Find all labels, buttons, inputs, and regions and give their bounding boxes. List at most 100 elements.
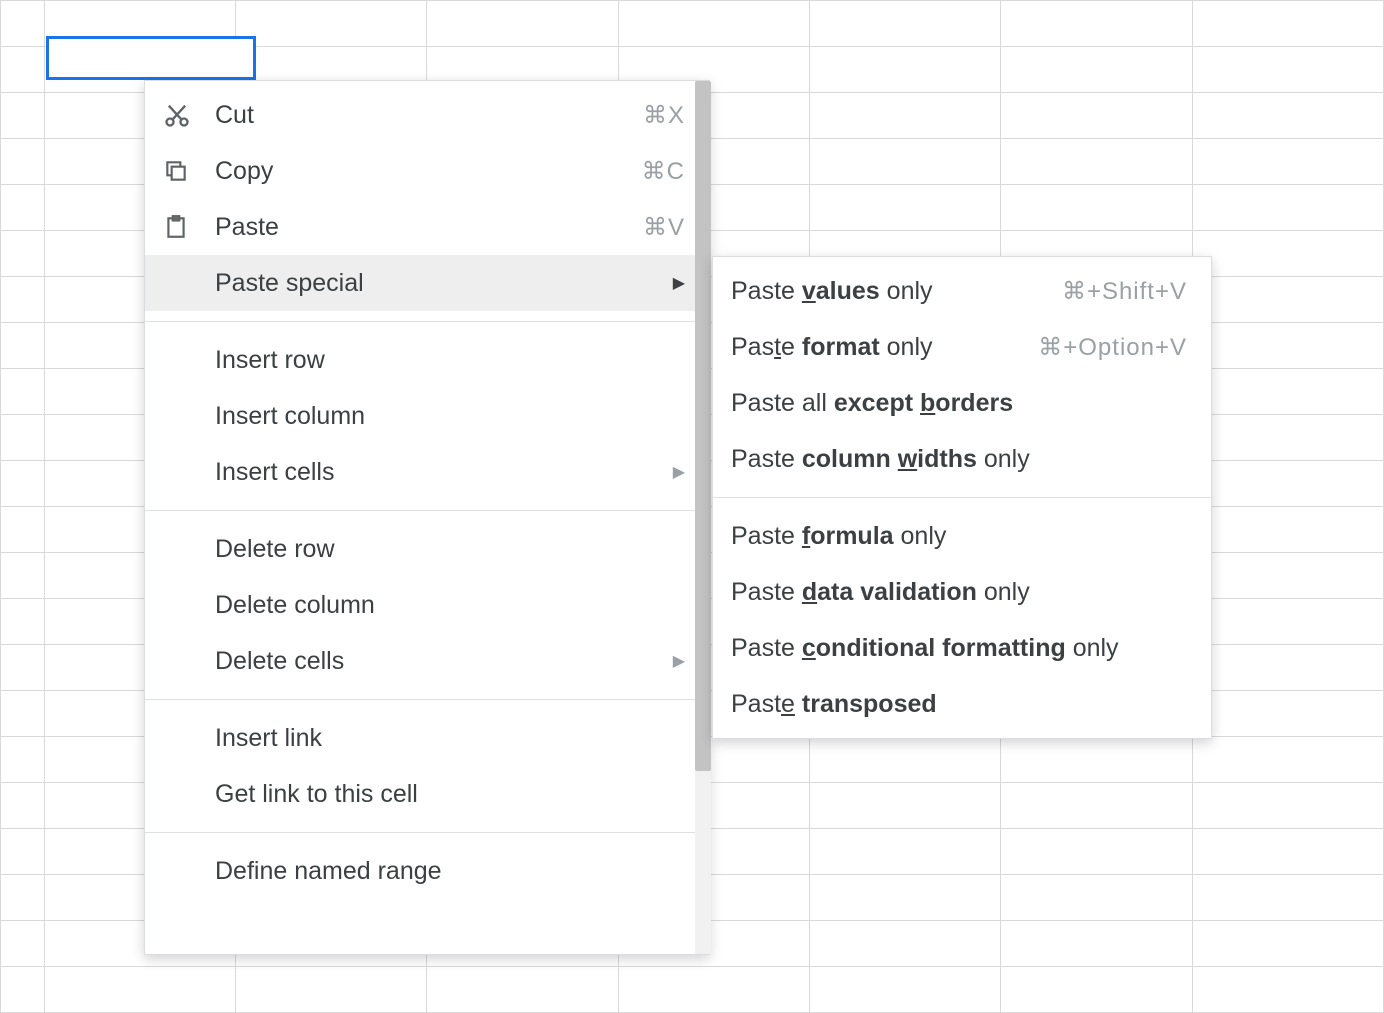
grid-cell[interactable] <box>1 231 45 277</box>
submenu-item-paste-data-validation[interactable]: Paste data validation only <box>713 564 1211 620</box>
grid-cell[interactable] <box>236 967 427 1013</box>
grid-cell[interactable] <box>427 1 618 47</box>
grid-cell[interactable] <box>1 461 45 507</box>
scrollbar-thumb[interactable] <box>695 81 711 771</box>
grid-cell[interactable] <box>810 1 1001 47</box>
grid-cell[interactable] <box>1 139 45 185</box>
grid-cell[interactable] <box>44 967 235 1013</box>
submenu-item-paste-values-only[interactable]: Paste values only ⌘+Shift+V <box>713 263 1211 319</box>
submenu-item-paste-conditional-formatting[interactable]: Paste conditional formatting only <box>713 620 1211 676</box>
grid-cell[interactable] <box>1 645 45 691</box>
grid-cell[interactable] <box>1192 231 1383 277</box>
submenu-item-paste-format-only[interactable]: Paste format only ⌘+Option+V <box>713 319 1211 375</box>
grid-cell[interactable] <box>810 829 1001 875</box>
menu-item-label: Get link to this cell <box>215 780 685 809</box>
menu-item-insert-row[interactable]: Insert row <box>145 332 709 388</box>
menu-item-cut[interactable]: Cut ⌘X <box>145 87 709 143</box>
grid-cell[interactable] <box>810 139 1001 185</box>
grid-cell[interactable] <box>1001 875 1192 921</box>
menu-item-insert-column[interactable]: Insert column <box>145 388 709 444</box>
menu-item-get-link[interactable]: Get link to this cell <box>145 766 709 822</box>
menu-item-define-named-range[interactable]: Define named range <box>145 843 709 899</box>
submenu-item-paste-transposed[interactable]: Paste transposed <box>713 676 1211 732</box>
grid-cell[interactable] <box>1001 967 1192 1013</box>
grid-cell[interactable] <box>810 185 1001 231</box>
grid-cell[interactable] <box>1192 691 1383 737</box>
grid-cell[interactable] <box>1 691 45 737</box>
grid-cell[interactable] <box>1 323 45 369</box>
grid-cell[interactable] <box>810 737 1001 783</box>
grid-cell[interactable] <box>1192 507 1383 553</box>
grid-cell[interactable] <box>1 829 45 875</box>
grid-cell[interactable] <box>1001 829 1192 875</box>
grid-cell[interactable] <box>618 1 809 47</box>
grid-cell[interactable] <box>1192 277 1383 323</box>
grid-cell[interactable] <box>1192 599 1383 645</box>
grid-cell[interactable] <box>810 93 1001 139</box>
grid-cell[interactable] <box>1192 139 1383 185</box>
grid-cell[interactable] <box>1 599 45 645</box>
grid-cell[interactable] <box>1 185 45 231</box>
grid-cell[interactable] <box>1192 783 1383 829</box>
grid-cell[interactable] <box>1001 139 1192 185</box>
grid-cell[interactable] <box>1192 47 1383 93</box>
grid-cell[interactable] <box>1192 829 1383 875</box>
grid-cell[interactable] <box>1192 415 1383 461</box>
grid-cell[interactable] <box>1 93 45 139</box>
menu-item-label: Copy <box>215 157 642 186</box>
grid-cell[interactable] <box>1 967 45 1013</box>
grid-cell[interactable] <box>1192 967 1383 1013</box>
grid-cell[interactable] <box>1 783 45 829</box>
selected-cell[interactable] <box>46 36 256 80</box>
grid-cell[interactable] <box>1001 783 1192 829</box>
grid-cell[interactable] <box>1 277 45 323</box>
submenu-item-paste-formula-only[interactable]: Paste formula only <box>713 508 1211 564</box>
grid-cell[interactable] <box>810 47 1001 93</box>
grid-cell[interactable] <box>1192 1 1383 47</box>
grid-cell[interactable] <box>1 737 45 783</box>
menu-item-delete-row[interactable]: Delete row <box>145 521 709 577</box>
grid-cell[interactable] <box>1 369 45 415</box>
menu-item-label: Delete cells <box>215 647 661 676</box>
grid-cell[interactable] <box>1001 47 1192 93</box>
grid-cell[interactable] <box>1192 875 1383 921</box>
grid-cell[interactable] <box>810 875 1001 921</box>
grid-cell[interactable] <box>427 967 618 1013</box>
menu-item-delete-column[interactable]: Delete column <box>145 577 709 633</box>
submenu-item-paste-except-borders[interactable]: Paste all except borders <box>713 375 1211 431</box>
grid-cell[interactable] <box>1 875 45 921</box>
grid-cell[interactable] <box>1192 645 1383 691</box>
grid-cell[interactable] <box>1192 737 1383 783</box>
menu-item-insert-link[interactable]: Insert link <box>145 710 709 766</box>
grid-cell[interactable] <box>1192 461 1383 507</box>
menu-item-paste[interactable]: Paste ⌘V <box>145 199 709 255</box>
grid-cell[interactable] <box>1 47 45 93</box>
grid-cell[interactable] <box>1 415 45 461</box>
grid-cell[interactable] <box>810 783 1001 829</box>
menu-item-paste-special[interactable]: Paste special ▶ <box>145 255 709 311</box>
submenu-item-paste-column-widths[interactable]: Paste column widths only <box>713 431 1211 487</box>
grid-cell[interactable] <box>810 921 1001 967</box>
grid-cell[interactable] <box>1 921 45 967</box>
grid-cell[interactable] <box>810 967 1001 1013</box>
grid-cell[interactable] <box>1 1 45 47</box>
menu-item-copy[interactable]: Copy ⌘C <box>145 143 709 199</box>
grid-cell[interactable] <box>1 507 45 553</box>
menu-item-delete-cells[interactable]: Delete cells ▶ <box>145 633 709 689</box>
grid-cell[interactable] <box>1 553 45 599</box>
cut-icon <box>163 101 215 129</box>
grid-cell[interactable] <box>1001 1 1192 47</box>
grid-cell[interactable] <box>1001 921 1192 967</box>
grid-cell[interactable] <box>1192 369 1383 415</box>
grid-cell[interactable] <box>618 967 809 1013</box>
grid-cell[interactable] <box>1192 323 1383 369</box>
grid-cell[interactable] <box>1192 185 1383 231</box>
grid-cell[interactable] <box>236 1 427 47</box>
grid-cell[interactable] <box>1192 921 1383 967</box>
grid-cell[interactable] <box>1001 737 1192 783</box>
grid-cell[interactable] <box>1192 553 1383 599</box>
menu-item-insert-cells[interactable]: Insert cells ▶ <box>145 444 709 500</box>
grid-cell[interactable] <box>1001 93 1192 139</box>
grid-cell[interactable] <box>1001 185 1192 231</box>
grid-cell[interactable] <box>1192 93 1383 139</box>
